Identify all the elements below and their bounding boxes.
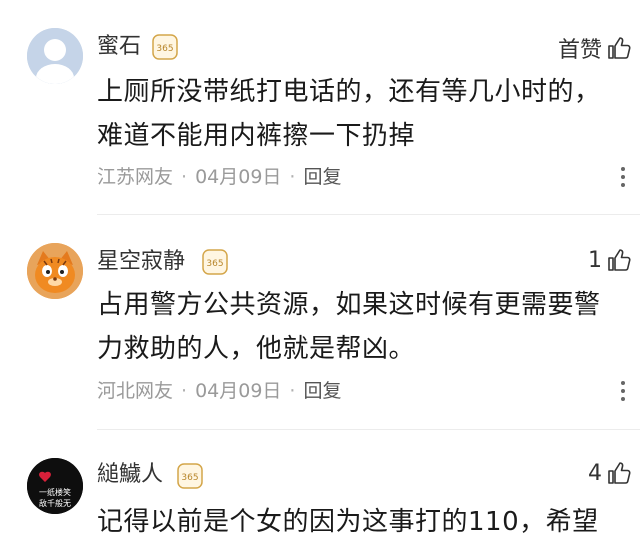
thumbs-up-icon — [608, 249, 631, 271]
comment-item: 蜜石 365 首赞 上厕所没带纸打电话的，还有等几小时的， 难道不能用内裤擦一下… — [0, 0, 640, 215]
like-count: 1 — [588, 247, 602, 273]
date-label: 04月09日 — [195, 166, 282, 188]
comment-line: 力救助的人，他就是帮凶。 — [97, 334, 416, 364]
dark-avatar-icon: 一纸楼笑 敌千般无 — [27, 458, 83, 514]
comment-line: 难道不能用内裤擦一下扔掉 — [97, 121, 416, 151]
avatar[interactable] — [27, 28, 83, 84]
more-options-icon[interactable] — [620, 381, 626, 401]
separator-dot: · — [289, 166, 296, 188]
comment-line: 占用警方公共资源，如果这时候有更需要警 — [97, 290, 601, 320]
username[interactable]: 星空寂静 — [97, 249, 185, 275]
level-badge-icon: 365 — [152, 34, 178, 60]
username[interactable]: 蜜石 — [97, 34, 141, 60]
comment-text: 上厕所没带纸打电话的，还有等几小时的， 难道不能用内裤擦一下扔掉 — [97, 70, 637, 158]
reply-button[interactable]: 回复 — [303, 165, 341, 189]
separator-dot: · — [181, 380, 188, 402]
avatar[interactable]: 一纸楼笑 敌千般无 — [27, 458, 83, 514]
avatar-caption: 一纸楼笑 — [39, 487, 71, 497]
cat-avatar-icon — [27, 243, 83, 299]
badge-label: 365 — [181, 473, 198, 483]
comment-meta: 河北网友 · 04月09日 · 回复 — [97, 379, 341, 403]
comment-line: 上厕所没带纸打电话的，还有等几小时的， — [97, 77, 601, 107]
default-avatar-icon — [27, 28, 83, 84]
avatar[interactable] — [27, 243, 83, 299]
comment-meta: 江苏网友 · 04月09日 · 回复 — [97, 165, 341, 189]
thumbs-up-icon — [608, 462, 631, 484]
comment-item: 星空寂静 365 1 占用警方公共资源，如果这时候有更需要警 力救助的人，他就是… — [0, 215, 640, 430]
level-badge-icon: 365 — [177, 463, 203, 489]
location-label: 河北网友 — [97, 380, 174, 402]
like-count: 4 — [588, 460, 602, 486]
like-count: 首赞 — [557, 38, 602, 63]
date-label: 04月09日 — [195, 380, 282, 402]
like-button[interactable]: 首赞 — [558, 32, 632, 64]
comment-line: 记得以前是个女的因为这事打的110，希望 — [97, 507, 599, 537]
username[interactable]: 縋鱥人 — [97, 462, 163, 488]
comment-text: 记得以前是个女的因为这事打的110，希望 — [97, 500, 637, 544]
location-label: 江苏网友 — [97, 166, 174, 188]
separator-dot: · — [289, 380, 296, 402]
more-options-icon[interactable] — [620, 167, 626, 187]
level-badge-icon: 365 — [202, 249, 228, 275]
avatar-caption: 敌千般无 — [39, 498, 71, 508]
reply-button[interactable]: 回复 — [303, 379, 341, 403]
like-button[interactable]: 4 — [588, 460, 632, 486]
comment-text: 占用警方公共资源，如果这时候有更需要警 力救助的人，他就是帮凶。 — [97, 283, 637, 371]
separator-dot: · — [181, 166, 188, 188]
badge-label: 365 — [156, 44, 173, 54]
comment-item: 一纸楼笑 敌千般无 縋鱥人 365 4 记得以前是个女的因为这事打的110，希望 — [0, 430, 640, 540]
thumbs-up-icon — [608, 37, 631, 59]
badge-label: 365 — [206, 259, 223, 269]
like-button[interactable]: 1 — [588, 247, 632, 273]
